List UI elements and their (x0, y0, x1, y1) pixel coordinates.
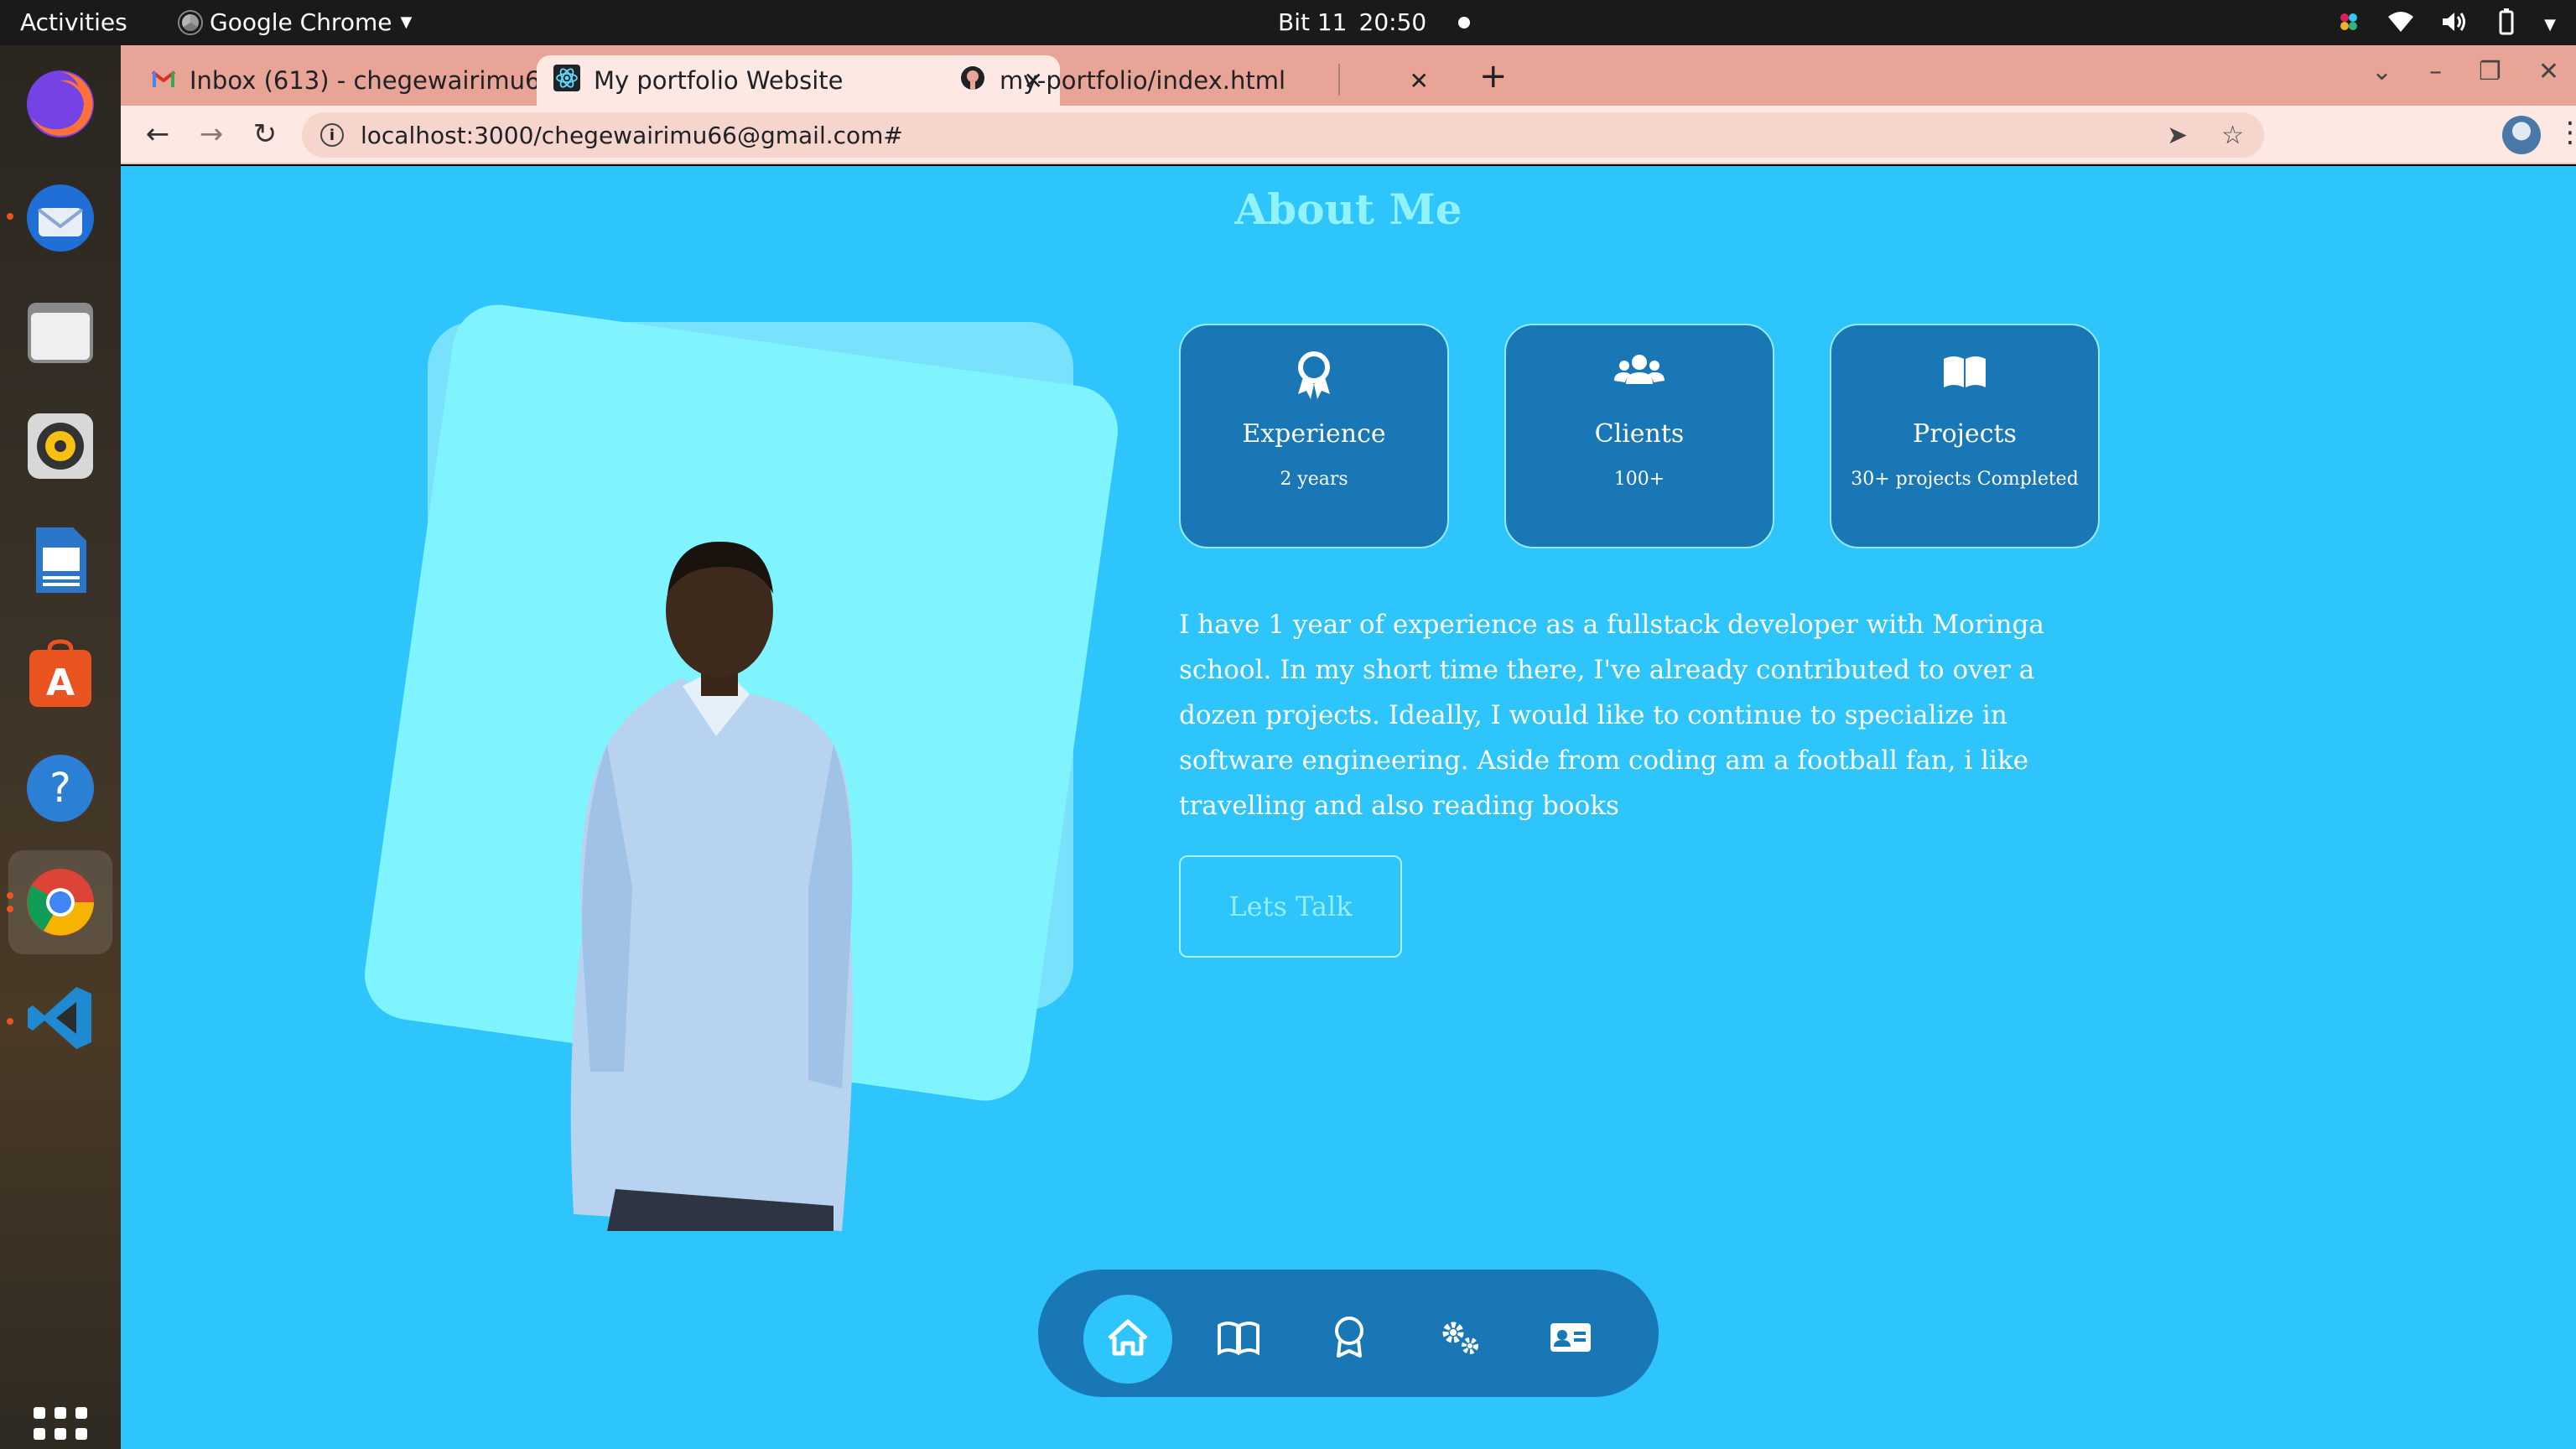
nav-about[interactable] (1194, 1295, 1283, 1384)
chrome-icon[interactable] (8, 850, 112, 954)
close-window-icon[interactable]: ✕ (2538, 57, 2559, 86)
clock-time: 20:50 (1358, 8, 1427, 36)
browser-toolbar: ← → ↻ i localhost:3000/chegewairimu66@gm… (121, 106, 2576, 164)
minimize-icon[interactable]: – (2429, 57, 2442, 86)
app-center-icon[interactable]: A (18, 632, 102, 716)
stat-value: 100+ (1613, 469, 1665, 490)
tab-title: my-portfolio/index.html at main (1000, 66, 1293, 95)
profile-avatar[interactable] (2502, 116, 2541, 154)
lets-talk-button[interactable]: Lets Talk (1179, 855, 1402, 958)
volume-icon[interactable] (2440, 10, 2469, 39)
chrome-app-icon (179, 11, 201, 34)
section-title: About Me (1234, 184, 1462, 234)
stat-card-experience: Experience 2 years (1179, 324, 1449, 548)
files-icon[interactable] (18, 290, 102, 374)
battery-icon[interactable] (2494, 8, 2519, 41)
url-text[interactable]: localhost:3000/chegewairimu66@gmail.com# (361, 122, 903, 149)
send-icon[interactable]: ➤ (2167, 121, 2188, 150)
award-icon (1332, 1316, 1367, 1363)
stat-label: Projects (1913, 419, 2017, 449)
notification-dot-icon (1458, 16, 1471, 29)
svg-text:A: A (46, 662, 75, 704)
users-icon (1506, 351, 1773, 404)
show-applications-icon[interactable] (34, 1407, 87, 1449)
tab-title: My portfolio Website (594, 66, 844, 95)
menu-kebab-icon[interactable]: ⋮ (2556, 116, 2576, 149)
running-indicator (7, 213, 13, 220)
back-icon[interactable]: ← (138, 114, 178, 154)
clock-date: Bit 11 (1278, 8, 1348, 36)
libreoffice-writer-icon[interactable] (18, 518, 102, 602)
wifi-icon[interactable] (2386, 10, 2415, 39)
services-icon (1438, 1317, 1482, 1361)
bookmark-star-icon[interactable]: ☆ (2221, 121, 2244, 150)
rhythmbox-icon[interactable] (18, 404, 102, 488)
site-info-icon[interactable]: i (320, 123, 344, 147)
chevron-down-icon[interactable]: ▼ (2544, 16, 2556, 34)
tab-search-icon[interactable]: ⌄ (2371, 57, 2392, 86)
stat-card-clients: Clients 100+ (1504, 324, 1774, 548)
thunderbird-icon[interactable] (18, 176, 102, 260)
contact-icon (1549, 1320, 1592, 1358)
system-top-bar: Activities Google Chrome ▼ Bit 11 20:50 … (0, 0, 2576, 45)
nav-contact[interactable] (1526, 1295, 1615, 1384)
forward-icon[interactable]: → (191, 114, 231, 154)
svg-text:?: ? (49, 765, 70, 812)
tab-github[interactable]: my-portfolio/index.html at main ✕ (943, 55, 1446, 106)
clock[interactable]: Bit 11 20:50 (1278, 8, 1471, 36)
app-menu[interactable]: Google Chrome ▼ (179, 8, 412, 36)
reload-icon[interactable]: ↻ (245, 114, 285, 154)
running-indicator (7, 906, 13, 912)
system-tray[interactable]: ▼ (2336, 8, 2556, 41)
gmail-icon (151, 66, 176, 95)
book-icon (1216, 1319, 1261, 1359)
stat-value: 2 years (1280, 469, 1348, 490)
restore-icon[interactable]: ❐ (2479, 57, 2501, 86)
react-icon (553, 64, 580, 97)
address-bar[interactable]: i localhost:3000/chegewairimu66@gmail.co… (302, 112, 2264, 158)
activities-button[interactable]: Activities (20, 8, 127, 36)
running-indicator (7, 1018, 13, 1025)
stat-card-projects: Projects 30+ projects Completed (1830, 324, 2100, 548)
window-controls: ⌄ – ❐ ✕ (2371, 57, 2559, 86)
new-tab-button[interactable]: + (1479, 57, 1508, 96)
stat-label: Experience (1242, 419, 1386, 449)
running-indicator (7, 892, 13, 899)
tab-separator (1338, 64, 1340, 96)
firefox-icon[interactable] (18, 62, 102, 146)
about-bio: I have 1 year of experience as a fullsta… (1179, 610, 2044, 821)
book-icon (1831, 351, 2098, 404)
help-icon[interactable]: ? (18, 746, 102, 830)
nav-services[interactable] (1415, 1295, 1504, 1384)
vscode-icon[interactable] (18, 976, 102, 1060)
page-viewport: About Me Experience 2 years Clients 100+… (121, 166, 2576, 1449)
close-tab-icon[interactable]: ✕ (1410, 67, 1429, 95)
stat-label: Clients (1594, 419, 1685, 449)
tab-strip: Inbox (613) - chegewairimu66@gmail.com ✕… (121, 45, 2576, 106)
slack-tray-icon[interactable] (2336, 9, 2361, 40)
app-menu-label: Google Chrome (210, 8, 392, 36)
home-icon (1106, 1318, 1150, 1360)
profile-photo (570, 541, 854, 1231)
github-icon (959, 65, 986, 97)
bottom-nav (1038, 1270, 1659, 1397)
nav-home[interactable] (1083, 1295, 1172, 1384)
award-icon (1181, 351, 1447, 404)
chevron-down-icon: ▼ (400, 13, 413, 31)
dock: A ? (0, 45, 121, 1449)
nav-experience[interactable] (1305, 1295, 1394, 1384)
stat-value: 30+ projects Completed (1851, 469, 2079, 490)
